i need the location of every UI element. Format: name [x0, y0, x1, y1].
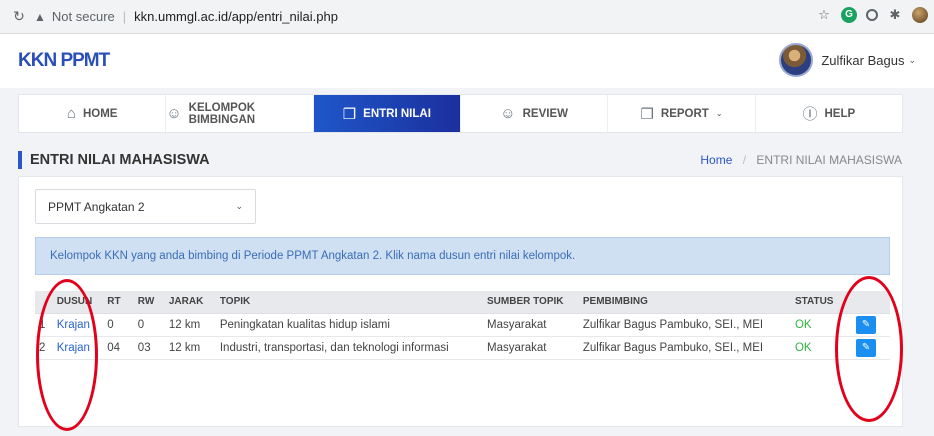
column-header-blank-9 [849, 291, 890, 314]
smile-icon: ☺ [500, 105, 516, 122]
rw-cell: 03 [130, 336, 162, 360]
nav-item-kelompok-bimbingan[interactable]: ☺ KELOMPOK BIMBINGAN [166, 95, 314, 132]
breadcrumb-home-link[interactable]: Home [700, 153, 732, 167]
profile-avatar-icon[interactable] [912, 7, 928, 23]
sumber-topik-cell: Masyarakat [480, 336, 576, 360]
nav-item-label: REPORT [660, 107, 709, 120]
nav-item-label: KELOMPOK BIMBINGAN [188, 101, 256, 126]
app-header: KKN PPMT Zulfikar Bagus ⌄ [0, 34, 934, 88]
column-header-topik: TOPIK [212, 291, 481, 314]
rt-cell: 0 [100, 313, 131, 337]
edit-button[interactable]: ✎ [856, 338, 877, 357]
edit-button[interactable]: ✎ [856, 315, 877, 334]
pembimbing-cell: Zulfikar Bagus Pambuko, SEI., MEI [575, 313, 788, 337]
book-icon: ❒ [342, 105, 357, 123]
jarak-cell: 12 km [161, 336, 213, 360]
column-header-dusun: DUSUN [49, 291, 101, 314]
reload-icon[interactable]: ↻ [8, 8, 30, 25]
edit-icon: ✎ [861, 342, 871, 353]
dusun-link[interactable]: Krajan [57, 319, 90, 331]
user-name: Zulfikar Bagus [821, 52, 905, 68]
chevron-down-icon: ⌄ [235, 201, 243, 211]
browser-toolbar: ↻ ▲ Not secure | kkn.ummgl.ac.id/app/ent… [0, 0, 934, 34]
nav-item-review[interactable]: ☺ REVIEW [461, 95, 609, 132]
breadcrumb-separator: / [742, 153, 747, 167]
page-title: ENTRI NILAI MAHASISWA [18, 151, 210, 169]
book-icon: ❒ [640, 105, 654, 123]
chevron-down-icon: ⌄ [715, 109, 723, 118]
topik-cell: Peningkatan kualitas hidup islami [212, 313, 481, 337]
smile-icon: ☺ [166, 105, 182, 122]
status-cell: OK [787, 313, 850, 337]
column-header-rw: RW [130, 291, 162, 314]
sumber-topik-cell: Masyarakat [480, 313, 576, 337]
table-row: 1 Krajan 0 0 12 km Peningkatan kualitas hidup… [35, 313, 890, 337]
url-text: kkn.ummgl.ac.id/app/entri_nilai.php [134, 9, 338, 24]
security-label: Not secure [51, 9, 115, 24]
edit-icon: ✎ [861, 319, 871, 330]
table-header-row: DUSUN RT RW JARAK TOPIK SUMBER TOPIK PEMBIMBIN… [35, 291, 890, 314]
column-header-status: STATUS [787, 291, 850, 314]
home-icon: ⌂ [66, 105, 76, 122]
puzzle-icon[interactable]: ✱ [887, 7, 903, 23]
nav-item-label: HOME [82, 107, 118, 120]
rw-cell: 0 [130, 313, 162, 337]
column-header-blank-0 [35, 291, 50, 314]
dusun-link[interactable]: Krajan [57, 342, 90, 354]
star-icon[interactable]: ☆ [816, 7, 832, 23]
breadcrumb-current: ENTRI NILAI MAHASISWA [756, 153, 902, 167]
column-header-pembimbing: PEMBIMBING [575, 291, 788, 314]
breadcrumb: Home / ENTRI NILAI MAHASISWA [700, 153, 902, 167]
table-row: 2 Krajan 04 03 12 km Industri, transportasi, … [35, 336, 890, 360]
chevron-down-icon: ⌄ [908, 54, 916, 65]
topik-cell: Industri, transportasi, dan teknologi in… [212, 336, 481, 360]
nav-item-label: REVIEW [522, 107, 568, 120]
info-alert-text: Kelompok KKN yang anda bimbing di Period… [50, 250, 576, 262]
user-avatar [779, 43, 814, 77]
grammarly-icon[interactable]: G [841, 7, 857, 23]
info-icon: ⓘ [802, 106, 818, 123]
rt-cell: 04 [100, 336, 131, 360]
row-number: 2 [35, 336, 50, 360]
nav-item-label: HELP [824, 107, 856, 120]
nav-item-report[interactable]: ❒ REPORT ⌄ [608, 95, 756, 132]
status-cell: OK [787, 336, 850, 360]
period-select-value: PPMT Angkatan 2 [48, 199, 145, 214]
column-header-jarak: JARAK [161, 291, 213, 314]
kelompok-table: DUSUN RT RW JARAK TOPIK SUMBER TOPIK PEMBIMBIN… [35, 291, 890, 360]
user-menu[interactable]: Zulfikar Bagus ⌄ [779, 43, 916, 77]
warning-icon: ▲ [34, 9, 46, 24]
column-header-rt: RT [100, 291, 131, 314]
column-header-sumber-topik: SUMBER TOPIK [480, 291, 576, 314]
info-alert: Kelompok KKN yang anda bimbing di Period… [35, 237, 890, 275]
period-select[interactable]: PPMT Angkatan 2 ⌄ [35, 189, 256, 224]
nav-item-home[interactable]: ⌂ HOME [19, 95, 167, 132]
circle-extension-icon[interactable] [866, 9, 878, 21]
browser-extension-icons: ☆ G ✱ [816, 7, 928, 23]
main-nav: ⌂ HOME ☺ KELOMPOK BIMBINGAN ❒ ENTRI NILAI ☺ REV… [18, 94, 903, 133]
nav-item-help[interactable]: ⓘ HELP [756, 95, 902, 132]
address-bar[interactable]: ▲ Not secure | kkn.ummgl.ac.id/app/entri… [34, 5, 338, 29]
dusun-cell: Krajan [49, 313, 101, 337]
pembimbing-cell: Zulfikar Bagus Pambuko, SEI., MEI [575, 336, 788, 360]
content-card: PPMT Angkatan 2 ⌄ Kelompok KKN yang anda… [18, 176, 903, 427]
action-cell: ✎ [849, 336, 890, 360]
dusun-cell: Krajan [49, 336, 101, 360]
nav-item-entri-nilai[interactable]: ❒ ENTRI NILAI [313, 95, 461, 132]
row-number: 1 [35, 313, 50, 337]
action-cell: ✎ [849, 313, 890, 337]
nav-item-label: ENTRI NILAI [363, 107, 431, 120]
jarak-cell: 12 km [161, 313, 213, 337]
app-logo[interactable]: KKN PPMT [18, 50, 110, 72]
address-divider: | [122, 9, 127, 24]
